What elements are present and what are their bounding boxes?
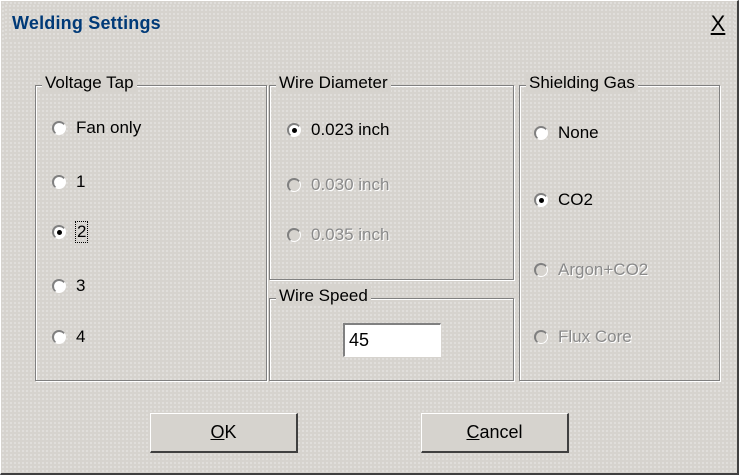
radio-label: CO2 [558,190,593,209]
radio-label: None [558,123,599,142]
voltage-tap-option-4[interactable]: 4 [52,327,85,347]
radio-label: 0.035 inch [311,225,390,244]
radio-button[interactable] [52,225,66,239]
shielding-gas-option-none[interactable]: None [534,123,599,143]
voltage-tap-option-3[interactable]: 3 [52,276,85,296]
voltage-tap-option-2[interactable]: 2 [52,221,89,243]
voltage-tap-option-fan-only[interactable]: Fan only [52,118,141,138]
radio-selected-dot [539,198,544,203]
cancel-button-label: Cancel [466,422,523,442]
ok-button-label: OK [210,422,237,442]
wire-diameter-option-0023[interactable]: 0.023 inch [287,120,389,140]
radio-label: 0.023 inch [311,120,390,139]
radio-label: 1 [76,172,86,191]
radio-label: 4 [76,327,86,346]
shielding-gas-option-co2[interactable]: CO2 [534,190,593,210]
shielding-gas-option-flux-core: Flux Core [534,327,632,347]
radio-label: 3 [76,276,86,295]
wire-diameter-option-0030: 0.030 inch [287,175,389,195]
radio-button [287,228,301,242]
radio-button[interactable] [534,126,548,140]
title-bar[interactable]: Welding Settings X [4,4,734,41]
wire-speed-input[interactable] [343,323,441,357]
radio-label: Fan only [76,118,142,137]
radio-button[interactable] [52,330,66,344]
radio-selected-dot [57,230,62,235]
shielding-gas-legend: Shielding Gas [526,73,638,93]
radio-button [534,330,548,344]
welding-settings-dialog: Welding Settings X Voltage Tap Fan only … [0,0,739,475]
radio-label: 0.030 inch [311,175,390,194]
radio-button[interactable] [52,279,66,293]
shielding-gas-option-argon-co2: Argon+CO2 [534,260,648,280]
radio-selected-dot [292,128,297,133]
radio-button[interactable] [52,121,66,135]
radio-button[interactable] [287,123,301,137]
close-button[interactable]: X [704,13,732,37]
close-icon: X [710,11,726,36]
window-title: Welding Settings [12,13,161,33]
cancel-button[interactable]: Cancel [421,413,569,453]
radio-label: 2 [74,221,89,243]
radio-button [287,178,301,192]
radio-label: Argon+CO2 [558,260,649,279]
radio-button[interactable] [52,175,66,189]
wire-diameter-legend: Wire Diameter [276,73,391,93]
ok-button[interactable]: OK [150,413,298,453]
radio-label: Flux Core [558,327,632,346]
radio-button [534,263,548,277]
radio-button[interactable] [534,193,548,207]
voltage-tap-legend: Voltage Tap [42,73,137,93]
voltage-tap-option-1[interactable]: 1 [52,172,85,192]
wire-speed-legend: Wire Speed [276,286,371,306]
wire-diameter-option-0035: 0.035 inch [287,225,389,245]
